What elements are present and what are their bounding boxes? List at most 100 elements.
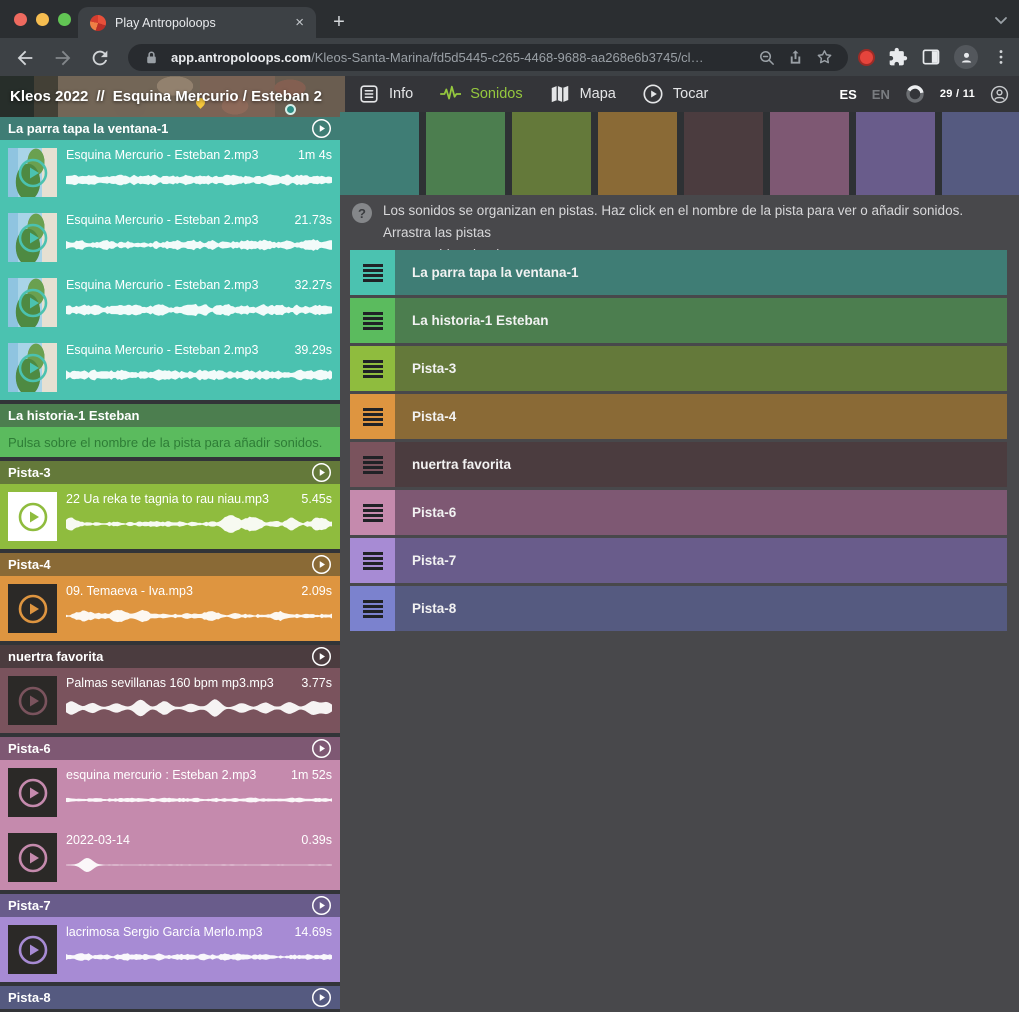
track-color-swatch-1[interactable] (340, 112, 419, 195)
reload-icon[interactable] (89, 47, 111, 69)
sidebar-track-header[interactable]: Pista-3 (0, 461, 340, 484)
clip-thumbnail[interactable] (8, 833, 57, 882)
clip-play-icon[interactable] (17, 501, 49, 533)
audio-clip[interactable]: Palmas sevillanas 160 bpm mp3.mp3 3.77s (0, 668, 340, 733)
clip-play-icon[interactable] (17, 934, 49, 966)
track-row-3[interactable]: Pista-3 (350, 346, 1007, 391)
side-panel-icon[interactable] (921, 47, 941, 67)
sidebar-track-header[interactable]: La parra tapa la ventana-1 (0, 117, 340, 140)
track-row-bar[interactable]: La historia-1 Esteban (395, 298, 1007, 343)
track-row-1[interactable]: La parra tapa la ventana-1 (350, 250, 1007, 295)
clip-thumbnail[interactable] (8, 278, 57, 327)
audio-clip[interactable]: Esquina Mercurio - Esteban 2.mp3 1m 4s (0, 140, 340, 205)
project-name[interactable]: Kleos 2022 (10, 88, 88, 105)
clip-waveform[interactable] (66, 167, 332, 193)
clip-waveform[interactable] (66, 297, 332, 323)
audio-clip[interactable]: 22 Ua reka te tagnia to rau niau.mp3 5.4… (0, 484, 340, 549)
clip-thumbnail[interactable] (8, 492, 57, 541)
track-play-button[interactable] (311, 646, 332, 667)
track-row-bar[interactable]: Pista-8 (395, 586, 1007, 631)
audio-clip[interactable]: Esquina Mercurio - Esteban 2.mp3 21.73s (0, 205, 340, 270)
clip-play-icon[interactable] (17, 777, 49, 809)
close-window-button[interactable] (14, 13, 27, 26)
track-row-bar[interactable]: La parra tapa la ventana-1 (395, 250, 1007, 295)
track-row-4[interactable]: Pista-4 (350, 394, 1007, 439)
track-color-swatch-4[interactable] (598, 112, 677, 195)
track-play-button[interactable] (311, 987, 332, 1008)
track-row-bar[interactable]: Pista-4 (395, 394, 1007, 439)
language-en-button[interactable]: EN (872, 87, 890, 102)
sidebar-track-header[interactable]: La historia-1 Esteban (0, 404, 340, 427)
audio-clip[interactable]: 09. Temaeva - Iva.mp3 2.09s (0, 576, 340, 641)
track-color-swatch-8[interactable] (942, 112, 1019, 195)
track-row-2[interactable]: La historia-1 Esteban (350, 298, 1007, 343)
back-icon[interactable] (14, 47, 36, 69)
track-play-button[interactable] (311, 895, 332, 916)
nav-item-mapa[interactable]: Mapa (549, 83, 616, 105)
clip-thumbnail[interactable] (8, 213, 57, 262)
chevron-down-icon[interactable] (991, 10, 1011, 30)
drag-handle[interactable] (350, 442, 395, 487)
audio-clip[interactable]: lacrimosa Sergio García Merlo.mp3 14.69s (0, 917, 340, 982)
clip-waveform[interactable] (66, 511, 332, 537)
audio-clip[interactable]: 2022-03-14 0.39s (0, 825, 340, 890)
profile-avatar[interactable] (954, 45, 978, 69)
clip-waveform[interactable] (66, 362, 332, 388)
drag-handle[interactable] (350, 250, 395, 295)
clip-thumbnail[interactable] (8, 148, 57, 197)
track-play-button[interactable] (311, 738, 332, 759)
clip-waveform[interactable] (66, 852, 332, 878)
clip-waveform[interactable] (66, 232, 332, 258)
sidebar-track-header[interactable]: Pista-7 (0, 894, 340, 917)
nav-item-tocar[interactable]: Tocar (642, 83, 708, 105)
track-row-5[interactable]: nuertra favorita (350, 442, 1007, 487)
clip-play-icon[interactable] (17, 287, 49, 319)
track-row-8[interactable]: Pista-8 (350, 586, 1007, 631)
sidebar-track-header[interactable]: nuertra favorita (0, 645, 340, 668)
record-extension-icon[interactable] (858, 49, 875, 66)
track-color-swatch-3[interactable] (512, 112, 591, 195)
clip-thumbnail[interactable] (8, 584, 57, 633)
clip-play-icon[interactable] (17, 157, 49, 189)
track-row-7[interactable]: Pista-7 (350, 538, 1007, 583)
sidebar-track-header[interactable]: Pista-4 (0, 553, 340, 576)
account-icon[interactable] (990, 85, 1009, 104)
drag-handle[interactable] (350, 586, 395, 631)
share-icon[interactable] (786, 48, 805, 67)
clip-waveform[interactable] (66, 787, 332, 813)
drag-handle[interactable] (350, 394, 395, 439)
clip-waveform[interactable] (66, 695, 332, 721)
zoom-page-icon[interactable] (757, 48, 776, 67)
zoom-window-button[interactable] (58, 13, 71, 26)
clip-thumbnail[interactable] (8, 676, 57, 725)
drag-handle[interactable] (350, 538, 395, 583)
drag-handle[interactable] (350, 490, 395, 535)
tab-close-icon[interactable]: × (295, 15, 304, 30)
track-color-swatch-5[interactable] (684, 112, 763, 195)
drag-handle[interactable] (350, 298, 395, 343)
track-row-6[interactable]: Pista-6 (350, 490, 1007, 535)
track-row-bar[interactable]: Pista-3 (395, 346, 1007, 391)
clip-play-icon[interactable] (17, 593, 49, 625)
language-es-button[interactable]: ES (839, 87, 856, 102)
track-color-swatch-7[interactable] (856, 112, 935, 195)
track-row-bar[interactable]: nuertra favorita (395, 442, 1007, 487)
audio-clip[interactable]: Esquina Mercurio - Esteban 2.mp3 32.27s (0, 270, 340, 335)
new-tab-button[interactable]: + (326, 9, 352, 35)
url-text[interactable]: app.antropoloops.com/Kleos-Santa-Marina/… (171, 50, 747, 65)
track-color-swatch-2[interactable] (426, 112, 505, 195)
track-color-swatch-6[interactable] (770, 112, 849, 195)
audio-clip[interactable]: esquina mercurio : Esteban 2.mp3 1m 52s (0, 760, 340, 825)
track-play-button[interactable] (311, 118, 332, 139)
browser-tab[interactable]: Play Antropoloops × (78, 7, 316, 38)
sidebar-track-header[interactable]: Pista-8 (0, 986, 340, 1009)
clip-waveform[interactable] (66, 603, 332, 629)
nav-item-sonidos[interactable]: Sonidos (439, 83, 522, 105)
bookmark-star-icon[interactable] (815, 48, 834, 67)
browser-menu-icon[interactable] (991, 47, 1011, 67)
track-play-button[interactable] (311, 462, 332, 483)
extensions-puzzle-icon[interactable] (888, 47, 908, 67)
clip-thumbnail[interactable] (8, 768, 57, 817)
address-bar[interactable]: app.antropoloops.com/Kleos-Santa-Marina/… (128, 44, 848, 71)
track-play-button[interactable] (311, 554, 332, 575)
